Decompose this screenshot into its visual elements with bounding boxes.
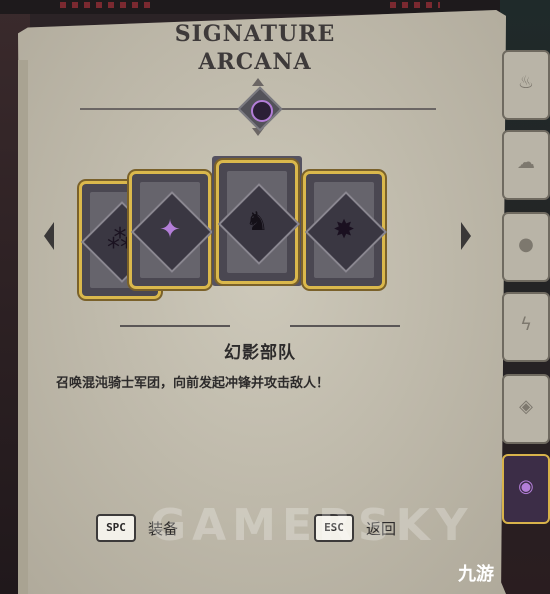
arcana-name: 幻影部队 [224,343,296,363]
arcana-gem-icon [251,100,273,122]
wind-icon: ☁ [517,152,535,173]
site-logo: 九游 [458,564,494,585]
lightning-icon: ϟ [520,314,532,335]
ornament-line-left [80,108,240,110]
tab-orb[interactable]: ● [502,212,550,282]
background-decoration [390,2,440,8]
tab-flame[interactable]: ♨ [502,50,550,120]
divider-right [290,325,400,327]
previous-arrow-icon[interactable] [44,222,54,250]
tab-chaos[interactable]: ◉ [502,454,550,524]
tab-water[interactable]: ◈ [502,374,550,444]
watermark: GAMERSKY [150,500,474,551]
ornament-line-right [276,108,436,110]
divider-left [120,325,230,327]
page-title: SIGNATURE ARCANA [150,20,360,76]
tab-lightning[interactable]: ϟ [502,292,550,362]
orb-icon: ● [518,234,534,255]
chaos-icon: ◉ [518,476,534,497]
ornament-arrow-up [252,78,264,86]
arcana-card-2[interactable]: ✦ [130,174,214,286]
arcana-card-3[interactable]: ♞ [217,163,301,281]
crystal-blade-icon: ✦ [159,215,181,245]
title-line-1: SIGNATURE [174,21,336,47]
water-icon: ◈ [519,396,533,417]
arcana-card-4[interactable]: ✸ [304,174,388,286]
flame-icon: ♨ [517,72,535,93]
shadow-burst-icon: ✸ [333,215,355,245]
next-arrow-icon[interactable] [461,222,471,250]
book-spine [18,60,28,594]
title-line-2: ARCANA [198,49,312,75]
equip-key-button[interactable]: SPC [96,514,136,542]
tab-wind[interactable]: ☁ [502,130,550,200]
background-decoration [60,2,150,8]
arcana-description: 召唤混沌骑士军团，向前发起冲锋并攻击敌人！ [56,376,330,391]
horned-helmet-icon: ♞ [245,207,269,237]
